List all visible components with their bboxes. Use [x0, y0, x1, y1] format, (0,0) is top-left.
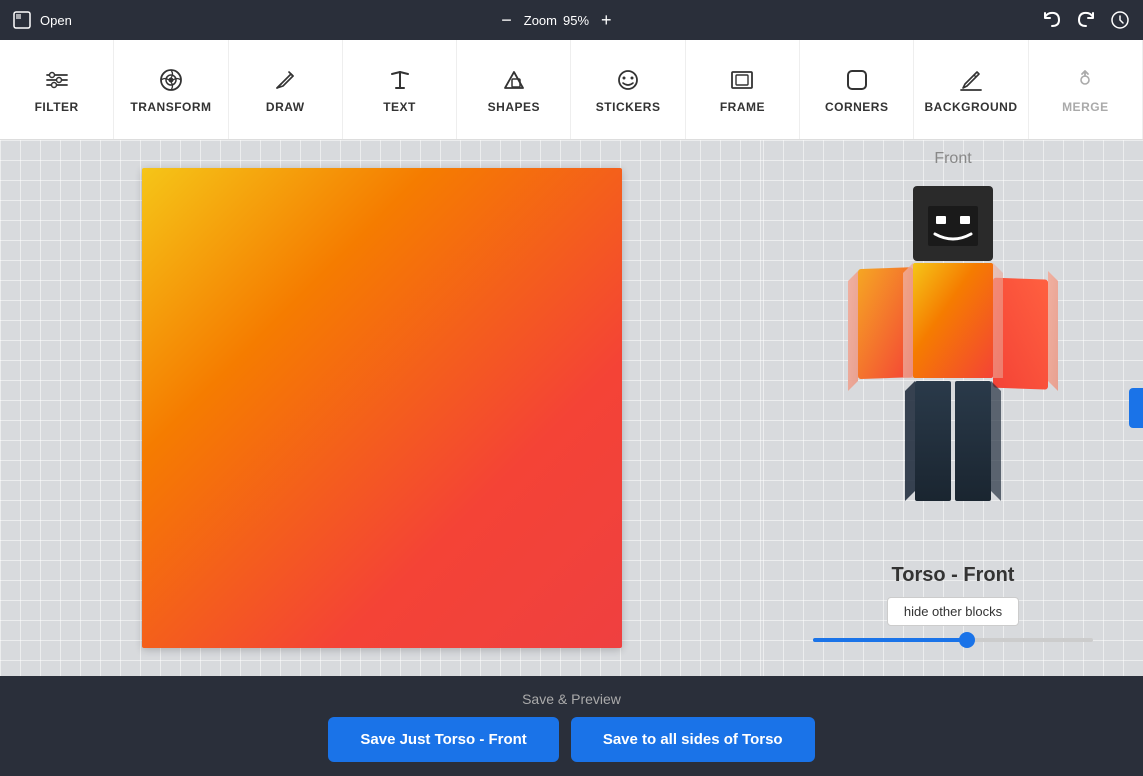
- save-all-sides-button[interactable]: Save to all sides of Torso: [571, 717, 815, 762]
- toolbar-item-transform[interactable]: TRANSFORM: [114, 40, 228, 139]
- zoom-slider-thumb[interactable]: [959, 632, 975, 648]
- bottom-buttons: Save Just Torso - Front Save to all side…: [328, 717, 814, 762]
- toolbar-item-stickers[interactable]: STICKERS: [571, 40, 685, 139]
- preview-area: Front: [763, 140, 1143, 676]
- torso-label: Torso - Front: [892, 564, 1015, 587]
- undo-icon[interactable]: [1041, 9, 1063, 31]
- canvas-area[interactable]: [0, 140, 763, 676]
- top-bar-right: [1041, 9, 1131, 31]
- canvas-drawing: [142, 168, 622, 648]
- hide-other-blocks-button[interactable]: hide other blocks: [887, 597, 1019, 626]
- zoom-plus-button[interactable]: +: [595, 8, 618, 33]
- character-container: [803, 176, 1103, 556]
- background-icon: [957, 66, 985, 94]
- stickers-label: STICKERS: [596, 100, 661, 114]
- zoom-slider-container: [813, 638, 1093, 642]
- zoom-slider-fill: [813, 638, 967, 642]
- text-icon: [386, 66, 414, 94]
- background-label: BACKGROUND: [925, 100, 1018, 114]
- roblox-character: [803, 176, 1103, 546]
- main-content: Front: [0, 140, 1143, 676]
- zoom-slider-track[interactable]: [813, 638, 1093, 642]
- save-preview-label: Save & Preview: [522, 691, 621, 707]
- toolbar-item-merge: MERGE: [1029, 40, 1143, 139]
- draw-label: DRAW: [266, 100, 305, 114]
- toolbar-item-corners[interactable]: CORNERS: [800, 40, 914, 139]
- corners-label: CORNERS: [825, 100, 889, 114]
- zoom-label: Zoom: [524, 13, 557, 28]
- transform-label: TRANSFORM: [130, 100, 211, 114]
- frame-icon: [728, 66, 756, 94]
- top-bar: Open − Zoom 95% +: [0, 0, 1143, 40]
- zoom-controls: − Zoom 95% +: [495, 8, 617, 33]
- toolbar-item-filter[interactable]: FILTER: [0, 40, 114, 139]
- filter-label: FILTER: [35, 100, 79, 114]
- draw-icon: [271, 66, 299, 94]
- merge-icon: [1071, 66, 1099, 94]
- toolbar-item-draw[interactable]: DRAW: [229, 40, 343, 139]
- filter-icon: [43, 66, 71, 94]
- text-label: TEXT: [383, 100, 416, 114]
- front-label: Front: [934, 150, 971, 168]
- bottom-bar: Save & Preview Save Just Torso - Front S…: [0, 676, 1143, 776]
- stickers-icon: [614, 66, 642, 94]
- history-icon[interactable]: [1109, 9, 1131, 31]
- open-icon: [12, 10, 32, 30]
- toolbar-item-shapes[interactable]: SHAPES: [457, 40, 571, 139]
- save-just-torso-button[interactable]: Save Just Torso - Front: [328, 717, 558, 762]
- shapes-icon: [500, 66, 528, 94]
- merge-label: MERGE: [1062, 100, 1109, 114]
- zoom-minus-button[interactable]: −: [495, 8, 518, 33]
- top-bar-left: Open: [12, 10, 72, 30]
- side-panel-handle[interactable]: [1129, 388, 1143, 428]
- toolbar-item-frame[interactable]: FRAME: [686, 40, 800, 139]
- toolbar-item-background[interactable]: BACKGROUND: [914, 40, 1028, 139]
- corners-icon: [843, 66, 871, 94]
- zoom-value: 95%: [563, 13, 589, 28]
- frame-label: FRAME: [720, 100, 765, 114]
- redo-icon[interactable]: [1075, 9, 1097, 31]
- toolbar: FILTER TRANSFORM DRAW TEXT: [0, 40, 1143, 140]
- toolbar-item-text[interactable]: TEXT: [343, 40, 457, 139]
- transform-icon: [157, 66, 185, 94]
- shapes-label: SHAPES: [488, 100, 540, 114]
- open-label[interactable]: Open: [40, 13, 72, 28]
